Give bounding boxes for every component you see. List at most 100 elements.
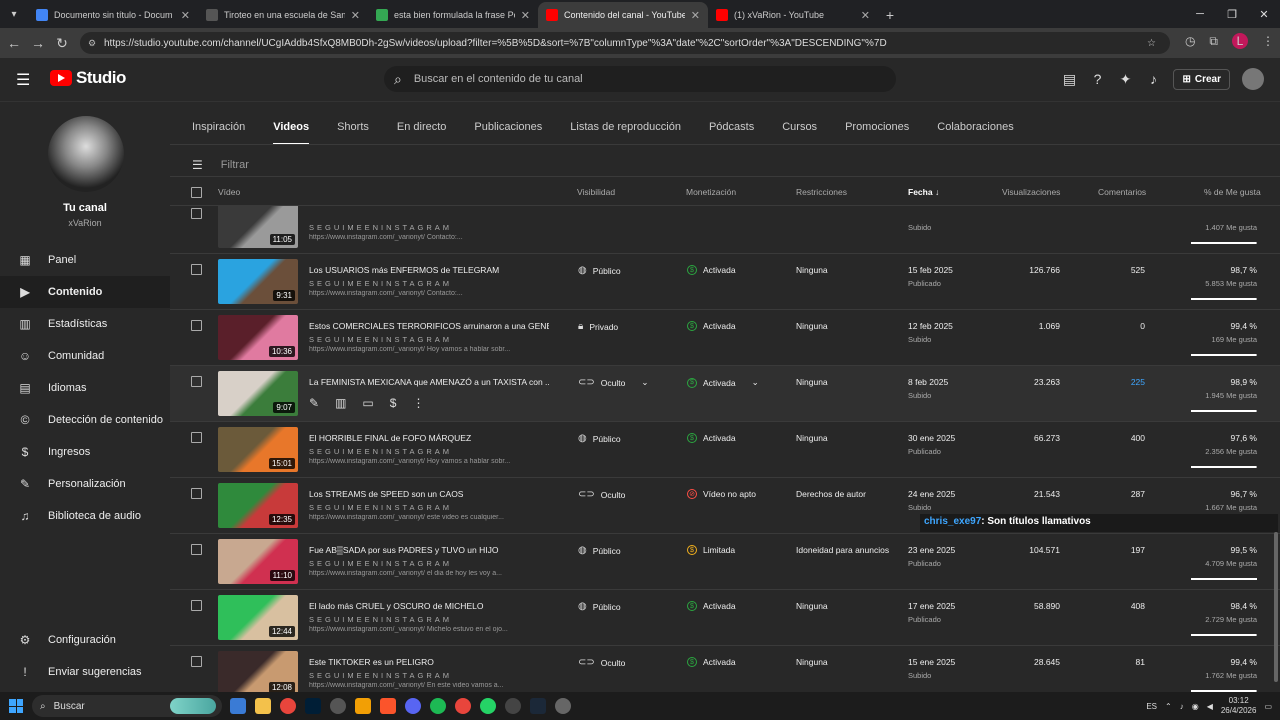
address-bar[interactable]: ⚙ https://studio.youtube.com/channel/UCg… — [80, 32, 1170, 54]
network-icon[interactable]: ◉ — [1192, 702, 1199, 711]
chevron-up-icon[interactable]: ⌃ — [1165, 702, 1172, 711]
help-icon[interactable]: ? — [1089, 71, 1105, 87]
messages-icon[interactable]: ▤ — [1061, 71, 1077, 88]
start-button[interactable] — [0, 692, 32, 720]
browser-tab[interactable]: Contenido del canal - YouTube ✕ — [538, 2, 708, 28]
video-title[interactable]: Estos COMERCIALES TERRORIFICOS arruinaro… — [309, 321, 549, 331]
scrollbar[interactable] — [1274, 532, 1278, 682]
col-comments[interactable]: Comentarios — [1098, 187, 1146, 197]
table-row[interactable]: 12:44 El lado más CRUEL y OSCURO de MICH… — [170, 590, 1280, 646]
video-thumbnail[interactable]: 12:08 — [218, 651, 298, 692]
table-row[interactable]: 15:01 El HORRIBLE FINAL de FOFO MÁRQUEZ S… — [170, 422, 1280, 478]
tab-en-directo[interactable]: En directo — [397, 118, 447, 145]
monetization-cell[interactable]: $ Activada ⌄ — [687, 377, 759, 388]
col-visibility[interactable]: Visibilidad — [577, 187, 615, 197]
sidebar-item-panel[interactable]: ▦ Panel — [0, 244, 170, 276]
col-restrictions[interactable]: Restricciones — [796, 187, 847, 197]
table-row[interactable]: 11:05 SEGUIMEENINSTAGRAM https://www.ins… — [170, 206, 1280, 254]
row-checkbox[interactable] — [191, 544, 202, 555]
language-indicator[interactable]: ES — [1146, 702, 1157, 711]
row-checkbox[interactable] — [191, 264, 202, 275]
col-likes[interactable]: % de Me gusta — [1204, 187, 1261, 197]
tab-publicaciones[interactable]: Publicaciones — [474, 118, 542, 145]
video-title[interactable]: El HORRIBLE FINAL de FOFO MÁRQUEZ — [309, 433, 549, 443]
whatsapp-icon[interactable] — [480, 698, 496, 714]
spotify-icon[interactable] — [430, 698, 446, 714]
profile-avatar[interactable]: L — [1232, 33, 1248, 49]
filter-icon[interactable]: ☰ — [192, 158, 203, 172]
notifications-icon[interactable]: ▭ — [1264, 702, 1272, 711]
col-monetization[interactable]: Monetización — [686, 187, 736, 197]
sidebar-item-detección-de-contenido[interactable]: © Detección de contenido — [0, 404, 170, 436]
new-tab-button[interactable]: + — [878, 2, 902, 28]
video-thumbnail[interactable]: 10:36 — [218, 315, 298, 360]
media-player-icon[interactable] — [555, 698, 571, 714]
tab-cursos[interactable]: Cursos — [782, 118, 817, 145]
menu-icon[interactable]: ☰ — [16, 70, 30, 90]
back-icon[interactable]: ← — [2, 35, 26, 51]
video-title[interactable]: Este TIKTOKER es un PELIGRO — [309, 657, 549, 667]
more-options-icon[interactable]: ⋮ — [412, 396, 424, 410]
account-avatar[interactable] — [1242, 68, 1264, 90]
video-thumbnail[interactable]: 9:31 — [218, 259, 298, 304]
browser-tab[interactable]: Tiroteo en una escuela de Sant ✕ — [198, 2, 368, 28]
chrome-icon[interactable] — [455, 698, 471, 714]
app-icon[interactable] — [355, 698, 371, 714]
chevron-down-icon[interactable]: ⌄ — [641, 377, 648, 388]
table-row[interactable]: 12:08 Este TIKTOKER es un PELIGRO SEGUIME… — [170, 646, 1280, 692]
close-tab-icon[interactable]: ✕ — [351, 9, 360, 22]
row-checkbox[interactable] — [191, 376, 202, 387]
row-checkbox[interactable] — [191, 488, 202, 499]
tab-colaboraciones[interactable]: Colaboraciones — [937, 118, 1013, 145]
brave-icon[interactable] — [380, 698, 396, 714]
video-title[interactable]: Los STREAMS de SPEED son un CAOS — [309, 489, 549, 499]
maximize-button[interactable]: ❐ — [1216, 8, 1248, 21]
sidebar-item-biblioteca-de-audio[interactable]: ♫ Biblioteca de audio — [0, 500, 170, 532]
browser-tab[interactable]: Documento sin título - Docum ✕ — [28, 2, 198, 28]
table-row[interactable]: 10:36 Estos COMERCIALES TERRORIFICOS arr… — [170, 310, 1280, 366]
tab-pódcasts[interactable]: Pódcasts — [709, 118, 754, 145]
video-thumbnail[interactable]: 11:05 — [218, 206, 298, 248]
tab-search-button[interactable]: ▾ — [0, 0, 28, 28]
browser-tab[interactable]: (1) xVaRion - YouTube ✕ — [708, 2, 878, 28]
bookmark-star-icon[interactable]: ☆ — [1147, 38, 1156, 49]
table-row[interactable]: 9:31 Los USUARIOS más ENFERMOS de TELEGR… — [170, 254, 1280, 310]
video-title[interactable]: La FEMINISTA MEXICANA que AMENAZÓ a un T… — [309, 377, 549, 387]
sidebar-item-ingresos[interactable]: $ Ingresos — [0, 436, 170, 468]
tab-listas-de-reproducción[interactable]: Listas de reproducción — [570, 118, 681, 145]
site-info-icon[interactable]: ⚙ — [88, 38, 96, 49]
minimize-button[interactable]: ─ — [1184, 8, 1216, 20]
video-thumbnail[interactable]: 12:35 — [218, 483, 298, 528]
video-thumbnail[interactable]: 15:01 — [218, 427, 298, 472]
browser-menu-icon[interactable]: ⋮ — [1262, 34, 1274, 48]
comments-cell[interactable]: 225 — [1131, 377, 1145, 387]
sparkle-icon[interactable]: ✦ — [1117, 71, 1133, 88]
sidebar-item-estadísticas[interactable]: ▥ Estadísticas — [0, 308, 170, 340]
forward-icon[interactable]: → — [26, 35, 50, 51]
close-tab-icon[interactable]: ✕ — [521, 9, 530, 22]
channel-avatar[interactable] — [48, 116, 124, 192]
video-title[interactable]: Los USUARIOS más ENFERMOS de TELEGRAM — [309, 265, 549, 275]
table-row[interactable]: 11:10 Fue AB▒SADA por sus PADRES y TUVO … — [170, 534, 1280, 590]
taskbar-search[interactable]: ⌕ Buscar — [32, 695, 222, 717]
app-icon[interactable] — [330, 698, 346, 714]
notifications-icon[interactable]: ♪ — [1145, 71, 1161, 87]
video-title[interactable]: Fue AB▒SADA por sus PADRES y TUVO un HIJ… — [309, 545, 549, 555]
sidebar-item-personalización[interactable]: ✎ Personalización — [0, 468, 170, 500]
sidebar-item-comunidad[interactable]: ☺ Comunidad — [0, 340, 170, 372]
row-checkbox[interactable] — [191, 320, 202, 331]
select-all-checkbox[interactable] — [191, 187, 202, 198]
sidebar-item-idiomas[interactable]: ▤ Idiomas — [0, 372, 170, 404]
close-tab-icon[interactable]: ✕ — [181, 9, 190, 22]
edit-icon[interactable]: ✎ — [309, 396, 319, 410]
sidebar-item-configuración[interactable]: ⚙ Configuración — [0, 624, 170, 656]
browser-tab[interactable]: esta bien formulada la frase Po ✕ — [368, 2, 538, 28]
chevron-down-icon[interactable]: ⌄ — [752, 377, 759, 388]
tab-promociones[interactable]: Promociones — [845, 118, 909, 145]
search-input[interactable] — [413, 73, 834, 85]
row-checkbox[interactable] — [191, 208, 202, 219]
chrome-icon[interactable] — [280, 698, 296, 714]
col-views[interactable]: Visualizaciones — [1002, 187, 1060, 197]
sidebar-item-contenido[interactable]: ▶ Contenido — [0, 276, 170, 308]
reload-icon[interactable]: ↻ — [50, 35, 74, 52]
